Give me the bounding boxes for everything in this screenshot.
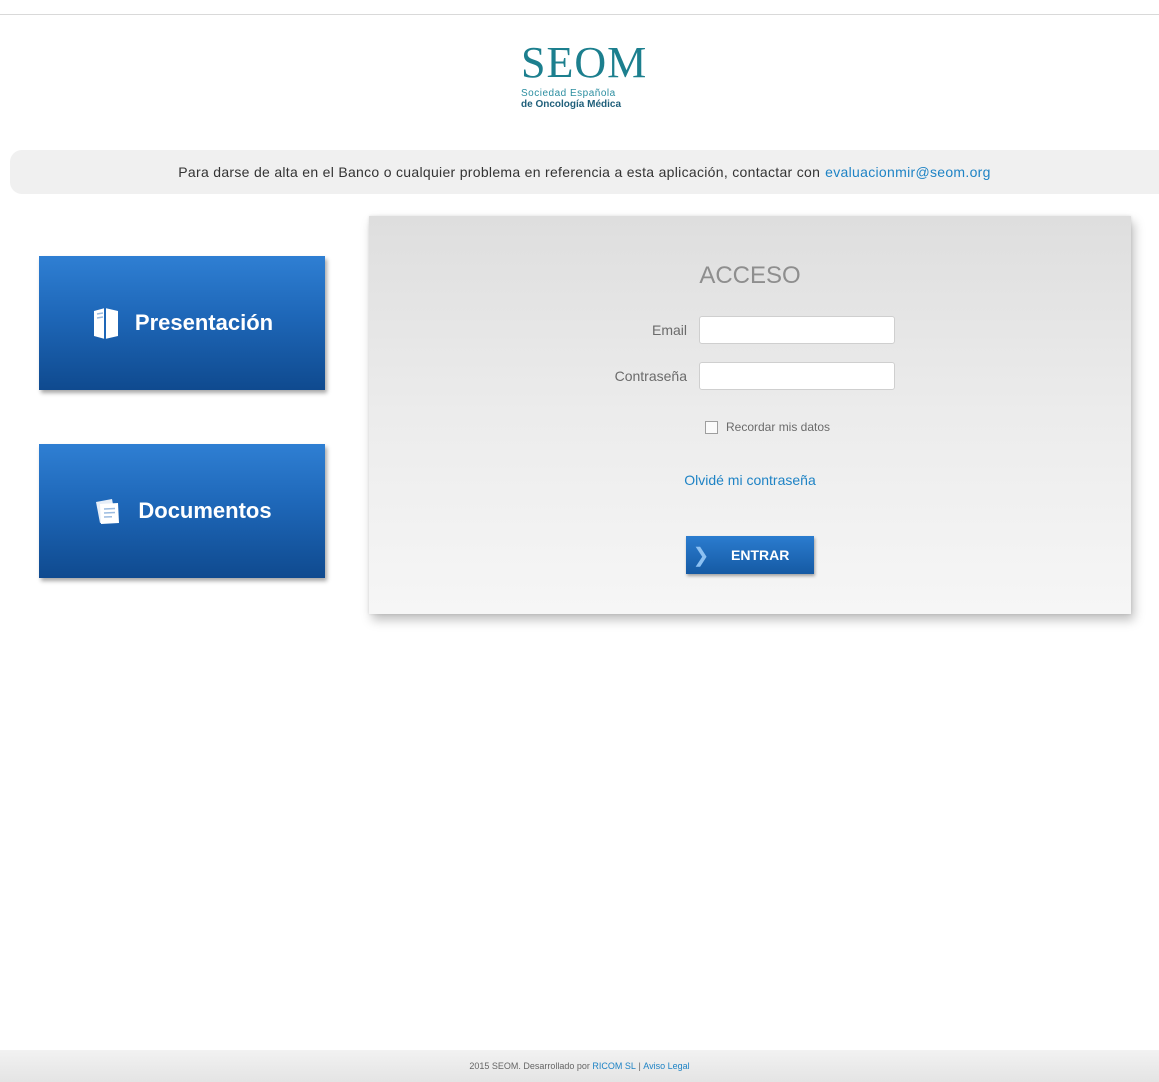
login-title: ACCESO: [699, 262, 801, 289]
presentacion-label: Presentación: [134, 310, 274, 335]
email-field[interactable]: [699, 316, 895, 344]
email-label: Email: [651, 322, 687, 338]
footer-copyright: 2015 SEOM. Desarrollado por: [469, 1061, 590, 1071]
logo-subtitle-1: Sociedad Española: [521, 88, 616, 99]
notice-text: Para darse de alta en el Banco o cualqui…: [178, 164, 821, 180]
password-field[interactable]: [699, 362, 895, 390]
footer-separator: |: [638, 1061, 641, 1071]
logo-subtitle-2: de Oncología Médica: [521, 99, 622, 110]
footer-company-link[interactable]: RICOM SL: [592, 1061, 636, 1071]
remember-me[interactable]: Recordar mis datos: [705, 420, 830, 434]
book-icon: [91, 306, 121, 340]
enter-label: ENTRAR: [731, 547, 790, 563]
chevron-right-icon: ❯: [692, 544, 710, 567]
contact-notice: Para darse de alta en el Banco o cualqui…: [10, 150, 1159, 194]
login-panel: ACCESO Email Contraseña Recordar mis dat…: [369, 216, 1131, 614]
footer-legal-link[interactable]: Aviso Legal: [643, 1061, 689, 1071]
documents-icon: [92, 496, 124, 526]
documentos-button[interactable]: Documentos: [39, 444, 325, 578]
top-divider: [0, 14, 1159, 15]
documentos-label: Documentos: [138, 498, 272, 523]
contact-email-link[interactable]: evaluacionmir@seom.org: [825, 164, 991, 180]
forgot-password-link[interactable]: Olvidé mi contraseña: [369, 472, 1131, 488]
enter-button[interactable]: ❯ ENTRAR: [686, 536, 814, 574]
remember-label: Recordar mis datos: [726, 420, 831, 434]
seom-logo[interactable]: SEOM Sociedad Española de Oncología Médi…: [521, 38, 661, 111]
remember-checkbox[interactable]: [705, 420, 718, 434]
footer: 2015 SEOM. Desarrollado por RICOM SL | A…: [0, 1050, 1159, 1082]
password-label: Contraseña: [614, 368, 687, 384]
presentacion-button[interactable]: Presentación: [39, 256, 325, 390]
logo-title: SEOM: [521, 38, 648, 87]
